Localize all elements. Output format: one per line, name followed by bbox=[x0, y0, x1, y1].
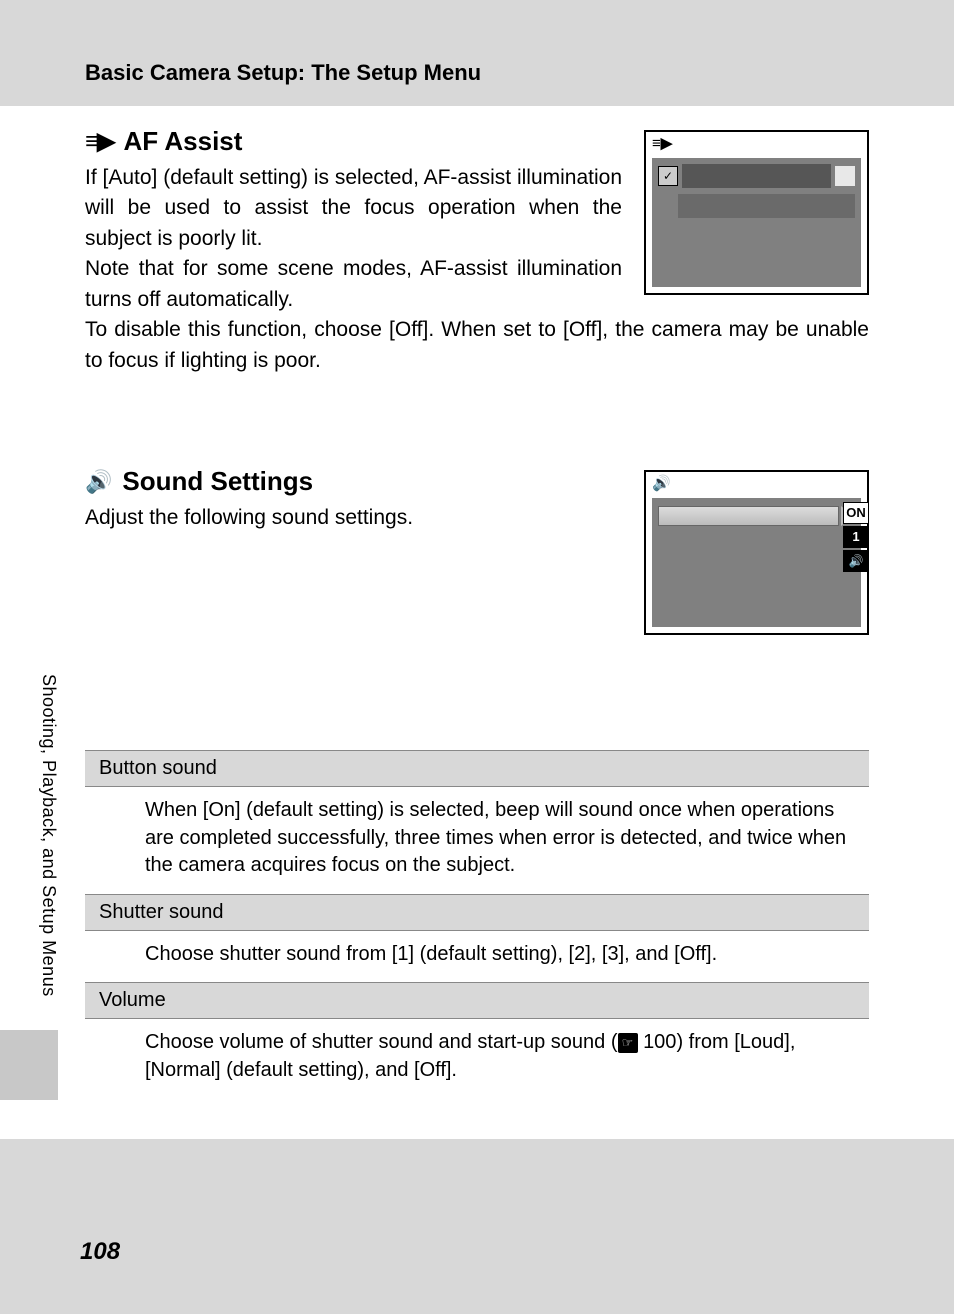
sound-settings-screen-preview: 🔊 ON 1 🔊 bbox=[644, 470, 869, 635]
page-number: 108 bbox=[80, 1238, 120, 1266]
af-assist-heading-text: AF Assist bbox=[123, 126, 242, 157]
sound-icon: 🔊 bbox=[85, 469, 112, 495]
af-assist-heading: ≡▶ AF Assist bbox=[85, 126, 622, 157]
setting-button-sound-body: When [On] (default setting) is selected,… bbox=[85, 787, 869, 894]
badge-1: 1 bbox=[843, 526, 869, 548]
sound-settings-text-block: 🔊 Sound Settings Adjust the following so… bbox=[85, 466, 622, 635]
af-assist-para1: If [Auto] (default setting) is selected,… bbox=[85, 163, 622, 254]
sound-settings-heading: 🔊 Sound Settings bbox=[85, 466, 622, 497]
setting-shutter-sound-head: Shutter sound bbox=[85, 894, 869, 931]
af-assist-screen-preview: ≡▶ ✓ bbox=[644, 130, 869, 295]
preview-end-box bbox=[835, 166, 855, 186]
breadcrumb-title: Basic Camera Setup: The Setup Menu bbox=[85, 60, 954, 86]
page-ref-icon: ☞ bbox=[618, 1033, 638, 1053]
sound-settings-table: Button sound When [On] (default setting)… bbox=[85, 750, 869, 1099]
af-assist-para2: Note that for some scene modes, AF-assis… bbox=[85, 254, 622, 315]
badge-sound-icon: 🔊 bbox=[843, 550, 869, 572]
page-content: ≡▶ AF Assist If [Auto] (default setting)… bbox=[0, 106, 954, 1139]
section-af-assist: ≡▶ AF Assist If [Auto] (default setting)… bbox=[85, 126, 869, 315]
page-header: Basic Camera Setup: The Setup Menu bbox=[0, 0, 954, 106]
preview-bar1 bbox=[682, 164, 831, 188]
check-icon: ✓ bbox=[658, 166, 678, 186]
section-sound-settings: 🔊 Sound Settings Adjust the following so… bbox=[85, 466, 869, 1099]
sidebar-section-label: Shooting, Playback, and Setup Menus bbox=[38, 674, 59, 997]
setting-volume-head: Volume bbox=[85, 982, 869, 1019]
sound-preview-row bbox=[658, 506, 839, 526]
side-tab bbox=[0, 1030, 58, 1100]
sound-preview-icon: 🔊 bbox=[652, 474, 671, 492]
setting-shutter-sound-body: Choose shutter sound from [1] (default s… bbox=[85, 931, 869, 983]
volume-ref-page: 100 bbox=[643, 1031, 676, 1053]
sound-settings-intro: Adjust the following sound settings. bbox=[85, 503, 622, 533]
preview-row1: ✓ bbox=[658, 164, 855, 192]
badge-on: ON bbox=[843, 502, 869, 524]
sound-preview-badges: ON 1 🔊 bbox=[843, 502, 869, 572]
af-assist-para3: To disable this function, choose [Off]. … bbox=[85, 315, 869, 376]
volume-body-pre: Choose volume of shutter sound and start… bbox=[145, 1031, 618, 1053]
sound-settings-heading-text: Sound Settings bbox=[122, 466, 313, 497]
preview-bar2 bbox=[678, 194, 855, 218]
setting-volume-body: Choose volume of shutter sound and start… bbox=[85, 1019, 869, 1098]
af-assist-preview-icon: ≡▶ bbox=[652, 134, 672, 152]
af-assist-icon: ≡▶ bbox=[85, 127, 113, 156]
setting-button-sound-head: Button sound bbox=[85, 750, 869, 787]
af-assist-text-block: ≡▶ AF Assist If [Auto] (default setting)… bbox=[85, 126, 622, 315]
